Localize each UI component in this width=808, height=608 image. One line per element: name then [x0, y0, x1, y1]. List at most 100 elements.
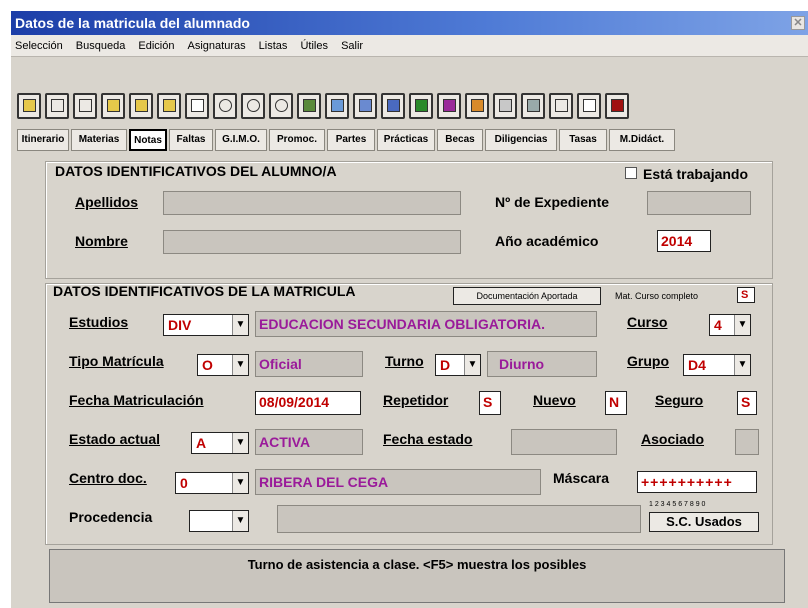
tab-strip: Itinerario Materias Notas Faltas G.I.M.O… [17, 129, 801, 151]
expediente-label: Nº de Expediente [495, 194, 610, 210]
exit-icon[interactable] [605, 93, 629, 119]
grupo-select[interactable]: D4 ▼ [683, 354, 751, 376]
search-icon[interactable] [269, 93, 293, 119]
books-icon[interactable] [437, 93, 461, 119]
working-label: Está trabajando [643, 166, 749, 182]
tipo-select[interactable]: O ▼ [197, 354, 249, 376]
estudios-code: DIV [168, 317, 192, 333]
fecha-mat-label: Fecha Matriculación [69, 392, 204, 408]
chevron-down-icon[interactable]: ▼ [232, 511, 248, 531]
menu-salir[interactable]: Salir [341, 40, 363, 52]
documentation-button[interactable]: Documentación Aportada [453, 287, 601, 305]
centro-label: Centro doc. [69, 470, 147, 486]
tab-mdidact[interactable]: M.Didáct. [609, 129, 675, 151]
centro-desc: RIBERA DEL CEGA [259, 474, 389, 490]
chevron-down-icon[interactable]: ▼ [232, 355, 248, 375]
apellidos-label: Apellidos [75, 194, 139, 210]
nuevo-label: Nuevo [533, 392, 576, 408]
anio-field[interactable]: 2014 [657, 230, 711, 252]
tab-becas[interactable]: Becas [437, 129, 483, 151]
menu-utiles[interactable]: Útiles [300, 40, 328, 52]
tab-promoc[interactable]: Promoc. [269, 129, 325, 151]
grupo-value: D4 [688, 357, 706, 373]
fecha-estado-field[interactable] [511, 429, 617, 455]
curso-select[interactable]: 4 ▼ [709, 314, 751, 336]
search-icon[interactable] [213, 93, 237, 119]
procedencia-desc-field [277, 505, 641, 533]
working-checkbox[interactable] [625, 167, 637, 179]
tab-practicas[interactable]: Prácticas [377, 129, 435, 151]
search-icon[interactable] [241, 93, 265, 119]
copy-icon[interactable] [157, 93, 181, 119]
mat-curso-field[interactable]: S [737, 287, 755, 303]
prev-icon[interactable] [45, 93, 69, 119]
tab-faltas[interactable]: Faltas [169, 129, 213, 151]
tipo-desc: Oficial [259, 356, 302, 372]
centro-select[interactable]: 0 ▼ [175, 472, 249, 494]
sum-icon[interactable] [549, 93, 573, 119]
chevron-down-icon[interactable]: ▼ [734, 315, 750, 335]
tab-materias[interactable]: Materias [71, 129, 127, 151]
menu-seleccion[interactable]: Selección [15, 40, 63, 52]
books-icon[interactable] [409, 93, 433, 119]
tab-diligencias[interactable]: Diligencias [485, 129, 557, 151]
repetidor-label: Repetidor [383, 392, 449, 408]
chevron-down-icon[interactable]: ▼ [464, 355, 480, 375]
repetidor-field[interactable]: S [479, 391, 501, 415]
next-icon[interactable] [73, 93, 97, 119]
people-icon[interactable] [465, 93, 489, 119]
grupo-label: Grupo [627, 353, 669, 369]
tab-gimo[interactable]: G.I.M.O. [215, 129, 267, 151]
key-icon[interactable] [297, 93, 321, 119]
window-title: Datos de la matricula del alumnado [15, 15, 250, 31]
turno-select[interactable]: D ▼ [435, 354, 481, 376]
mascara-field[interactable]: ++++++++++ [637, 471, 757, 493]
estudios-select[interactable]: DIV ▼ [163, 314, 249, 336]
tab-tasas[interactable]: Tasas [559, 129, 607, 151]
nombre-field[interactable] [163, 230, 461, 254]
chevron-down-icon[interactable]: ▼ [232, 315, 248, 335]
chevron-down-icon[interactable]: ▼ [232, 433, 248, 453]
menu-asignaturas[interactable]: Asignaturas [188, 40, 246, 52]
menu-busqueda[interactable]: Busqueda [76, 40, 126, 52]
turno-label: Turno [385, 353, 424, 369]
fecha-estado-label: Fecha estado [383, 431, 473, 447]
status-bar: Turno de asistencia a clase. <F5> muestr… [49, 549, 785, 603]
curso-label: Curso [627, 314, 668, 330]
list-icon[interactable] [381, 93, 405, 119]
add-icon[interactable] [101, 93, 125, 119]
chart-icon[interactable] [353, 93, 377, 119]
expediente-field[interactable] [647, 191, 751, 215]
estado-label: Estado actual [69, 431, 161, 447]
sc-usados-button[interactable]: S.C. Usados [649, 512, 759, 532]
estado-desc: ACTIVA [259, 434, 311, 450]
menu-listas[interactable]: Listas [259, 40, 288, 52]
fecha-mat-field[interactable]: 08/09/2014 [255, 391, 361, 415]
tab-partes[interactable]: Partes [327, 129, 375, 151]
asociado-field[interactable] [735, 429, 759, 455]
main-window: Datos de la matricula del alumnado ✕ Sel… [10, 10, 808, 608]
estudios-desc: EDUCACION SECUNDARIA OBLIGATORIA. [259, 316, 545, 332]
estado-select[interactable]: A ▼ [191, 432, 249, 454]
tab-notas[interactable]: Notas [129, 129, 167, 151]
tool-icon[interactable] [521, 93, 545, 119]
tab-itinerario[interactable]: Itinerario [17, 129, 69, 151]
menu-edicion[interactable]: Edición [138, 40, 174, 52]
curso-value: 4 [714, 317, 722, 333]
procedencia-select[interactable]: ▼ [189, 510, 249, 532]
turno-code: D [440, 357, 451, 373]
folder-icon[interactable] [17, 93, 41, 119]
new-page-icon[interactable] [185, 93, 209, 119]
print-icon[interactable] [493, 93, 517, 119]
menu-bar: Selección Busqueda Edición Asignaturas L… [11, 35, 808, 57]
document-icon[interactable] [577, 93, 601, 119]
nuevo-field[interactable]: N [605, 391, 627, 415]
chevron-down-icon[interactable]: ▼ [232, 473, 248, 493]
apellidos-field[interactable] [163, 191, 461, 215]
seguro-field[interactable]: S [737, 391, 757, 415]
mascara-label: Máscara [553, 470, 610, 486]
close-icon[interactable]: ✕ [791, 16, 805, 30]
chevron-down-icon[interactable]: ▼ [734, 355, 750, 375]
edit-icon[interactable] [129, 93, 153, 119]
view-icon[interactable] [325, 93, 349, 119]
